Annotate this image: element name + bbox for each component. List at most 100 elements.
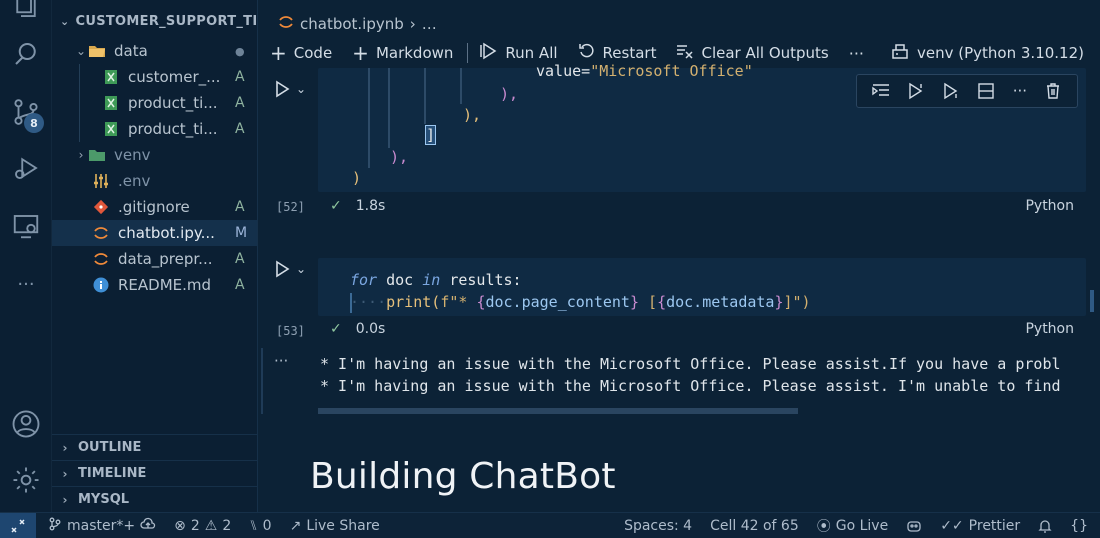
section-mysql[interactable]: › MYSQL xyxy=(52,486,257,512)
indent-guide xyxy=(368,68,370,168)
warning-icon: ⚠ xyxy=(204,517,218,534)
cell-more-icon[interactable]: ··· xyxy=(1013,82,1027,100)
tree-item-product-file-2[interactable]: product_ti... A xyxy=(52,116,257,142)
settings-sliders-icon xyxy=(92,172,110,190)
code-line-cursor: ] xyxy=(424,125,437,145)
toolbar-divider xyxy=(467,43,469,63)
cloud-sync-icon xyxy=(140,517,156,535)
tree-item-data-folder[interactable]: ⌄ data ● xyxy=(52,38,257,64)
spreadsheet-file-icon xyxy=(102,94,120,112)
folder-open-icon xyxy=(88,42,106,60)
delete-cell-icon[interactable] xyxy=(1044,82,1062,100)
breadcrumb-file[interactable]: chatbot.ipynb xyxy=(300,15,404,33)
output-line: * I'm having an issue with the Microsoft… xyxy=(320,377,1061,395)
article-heading-overlay: Building ChatBot xyxy=(310,456,616,497)
breadcrumb: chatbot.ipynb › … xyxy=(278,14,437,34)
activity-bar: 8 ··· xyxy=(0,0,52,512)
remote-explorer-icon[interactable] xyxy=(10,210,42,242)
tree-item-venv-folder[interactable]: › venv xyxy=(52,142,257,168)
cell-toolbar: ··· xyxy=(856,74,1078,108)
code-line: ), xyxy=(463,106,482,124)
git-branch[interactable]: master*+ xyxy=(48,517,156,535)
jupyter-icon xyxy=(92,250,110,268)
editor-scroll-indicator xyxy=(1090,290,1094,312)
git-icon xyxy=(92,198,110,216)
search-icon[interactable] xyxy=(10,38,42,70)
breadcrumb-chevron-icon: › xyxy=(409,15,416,33)
jupyter-icon xyxy=(278,14,294,34)
notebook-editor: chatbot.ipynb › … + Code + Markdown Run Al… xyxy=(258,0,1100,512)
run-debug-icon[interactable] xyxy=(10,152,42,184)
status-bar: master*+ ⊗ 2 ⚠ 2 ⑊ 0 ↗ Live Share Spaces: 4 … xyxy=(0,512,1100,538)
cell-language[interactable]: Python xyxy=(1025,198,1074,214)
explorer-icon[interactable] xyxy=(10,0,42,22)
branch-icon xyxy=(48,517,62,535)
execution-count: [52] xyxy=(276,200,305,214)
account-icon[interactable] xyxy=(10,408,42,440)
clear-all-outputs-button[interactable]: Clear All Outputs xyxy=(676,42,829,64)
code-line: value="Microsoft Office" xyxy=(536,62,753,80)
play-icon xyxy=(276,260,290,278)
run-by-line-icon[interactable] xyxy=(871,82,890,100)
notifications-bell-icon[interactable] xyxy=(1038,519,1052,533)
split-cell-icon[interactable] xyxy=(977,82,995,100)
restart-icon xyxy=(578,42,596,64)
error-icon: ⊗ xyxy=(174,517,186,534)
chevron-down-icon: ⌄ xyxy=(75,44,87,58)
kernel-picker[interactable]: venv (Python 3.10.12) xyxy=(891,38,1084,68)
go-live-button[interactable]: ⦿ Go Live xyxy=(817,516,888,536)
code-line: ····print(f"* {doc.page_content} [{doc.m… xyxy=(350,293,811,311)
tree-item-customer-file[interactable]: customer_... A xyxy=(52,64,257,90)
output-horizontal-scrollbar[interactable] xyxy=(318,408,798,414)
run-cell-52-button[interactable]: ⌄ xyxy=(274,80,306,98)
remote-indicator-icon[interactable] xyxy=(0,512,36,538)
output-line: * I'm having an issue with the Microsoft… xyxy=(320,355,1061,373)
execute-below-icon[interactable] xyxy=(942,82,960,100)
tree-item-readme[interactable]: README.md A xyxy=(52,272,257,298)
tree-item-chatbot-notebook[interactable]: chatbot.ipy... M xyxy=(52,220,257,246)
explorer-root-title[interactable]: ⌄ CUSTOMER_SUPPORT_TI... xyxy=(60,14,273,29)
tree-item-product-file-1[interactable]: product_ti... A xyxy=(52,90,257,116)
cell-language[interactable]: Python xyxy=(1025,321,1074,337)
more-views-icon[interactable]: ··· xyxy=(10,268,42,300)
run-all-button[interactable]: Run All xyxy=(480,42,558,64)
execution-count: [53] xyxy=(276,324,305,338)
run-cell-53-button[interactable]: ⌄ xyxy=(274,260,306,278)
run-all-icon xyxy=(480,42,498,64)
indentation-indicator[interactable]: Spaces: 4 xyxy=(624,518,692,534)
toolbar-more-button[interactable]: ··· xyxy=(849,44,864,63)
source-control-badge: 8 xyxy=(24,113,44,133)
restart-button[interactable]: Restart xyxy=(578,42,656,64)
code-line: for doc in results: xyxy=(350,271,522,289)
play-icon xyxy=(276,80,290,98)
prettier-button[interactable]: ✓✓ Prettier xyxy=(940,518,1020,534)
live-share-icon: ↗ xyxy=(289,517,302,534)
problems-indicator[interactable]: ⊗ 2 ⚠ 2 xyxy=(174,518,231,534)
language-braces-icon[interactable]: {} xyxy=(1070,518,1088,534)
jupyter-icon xyxy=(92,224,110,242)
ports-indicator[interactable]: ⑊ 0 xyxy=(249,518,271,534)
add-code-cell-button[interactable]: + Code xyxy=(270,41,332,65)
output-more-button[interactable]: ··· xyxy=(274,352,288,370)
tree-item-gitignore[interactable]: .gitignore A xyxy=(52,194,257,220)
section-outline[interactable]: › OUTLINE xyxy=(52,434,257,460)
breadcrumb-ellipsis[interactable]: … xyxy=(422,15,437,33)
chevron-right-icon: › xyxy=(62,492,68,507)
check-icon: ✓ xyxy=(330,321,342,337)
copilot-icon[interactable] xyxy=(906,519,922,533)
add-markdown-cell-button[interactable]: + Markdown xyxy=(352,41,453,65)
broadcast-icon: ⦿ xyxy=(816,519,831,535)
settings-gear-icon[interactable] xyxy=(10,464,42,496)
live-share-button[interactable]: ↗ Live Share xyxy=(290,518,380,534)
spreadsheet-file-icon xyxy=(102,68,120,86)
section-timeline[interactable]: › TIMELINE xyxy=(52,460,257,486)
tree-item-data-preprocessing[interactable]: data_prepr... A xyxy=(52,246,257,272)
code-line: ), xyxy=(390,148,409,166)
plus-icon: + xyxy=(270,41,287,65)
antenna-icon: ⑊ xyxy=(249,517,258,534)
cell-position-indicator[interactable]: Cell 42 of 65 xyxy=(710,518,799,534)
plus-icon: + xyxy=(352,41,369,65)
tree-item-env-file[interactable]: .env xyxy=(52,168,257,194)
execute-above-icon[interactable] xyxy=(907,82,925,100)
chevron-down-icon: ⌄ xyxy=(60,15,70,28)
